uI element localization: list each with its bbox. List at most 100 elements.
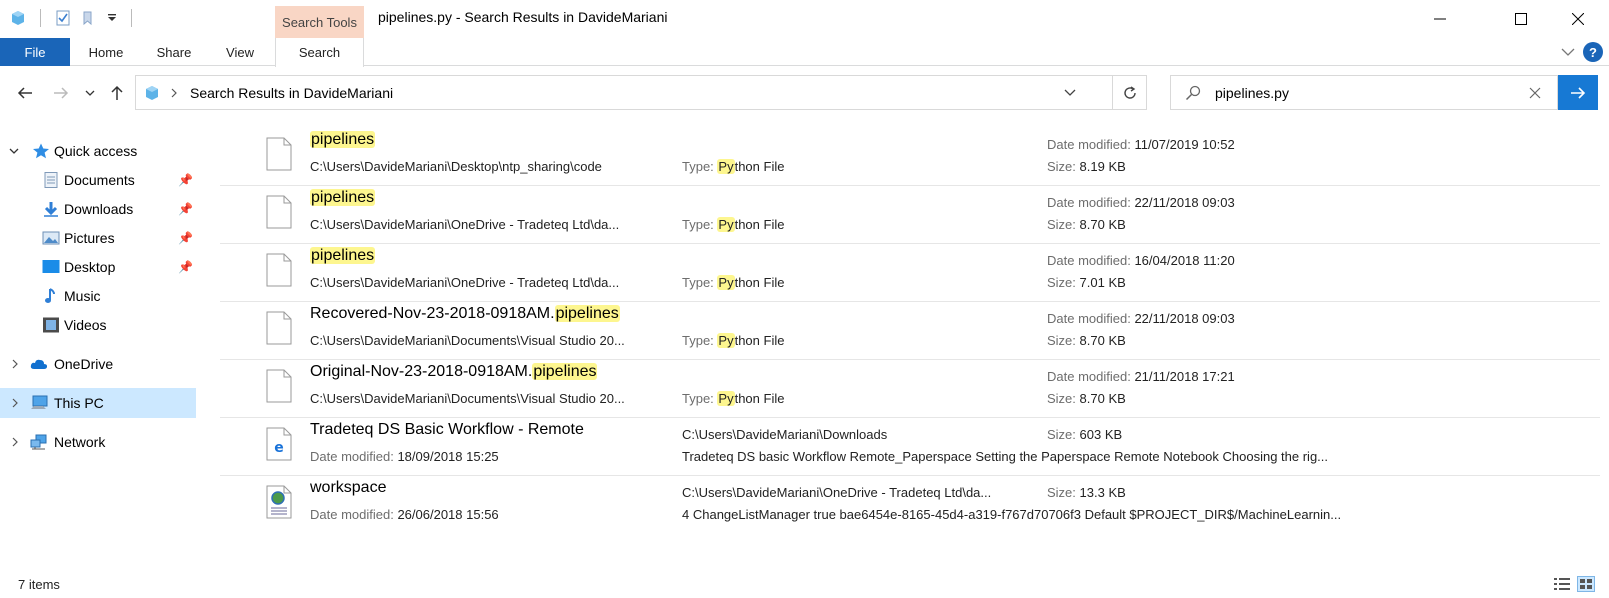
result-name[interactable]: Tradeteq DS Basic Workflow - Remote (310, 421, 584, 439)
nav-documents[interactable]: Documents 📌 (0, 165, 196, 195)
chevron-right-icon[interactable] (11, 437, 19, 447)
file-icon (266, 137, 292, 171)
tab-share[interactable]: Share (146, 38, 202, 66)
nav-label: OneDrive (54, 356, 114, 372)
result-size: Size: 8.70 KB (1047, 391, 1126, 406)
nav-downloads[interactable]: Downloads 📌 (0, 194, 196, 224)
recent-locations-button[interactable] (80, 80, 100, 106)
search-icon (1185, 85, 1201, 100)
result-name[interactable]: workspace (310, 479, 386, 497)
result-date: Date modified: 18/09/2018 15:25 (310, 449, 499, 464)
pin-icon[interactable]: 📌 (178, 260, 193, 274)
nav-music[interactable]: Music (0, 281, 196, 311)
view-switcher (1553, 576, 1595, 592)
minimize-button[interactable] (1417, 0, 1463, 38)
file-icon (266, 253, 292, 287)
star-icon (33, 143, 49, 159)
result-row[interactable]: workspace Date modified: 26/06/2018 15:5… (220, 475, 1600, 534)
address-bar[interactable]: Search Results in DavideMariani (135, 75, 1113, 110)
match-highlight: pipelines (310, 131, 376, 148)
tab-search[interactable]: Search (275, 38, 364, 67)
ribbon-controls: ? (1561, 38, 1603, 66)
address-path[interactable]: Search Results in DavideMariani (190, 85, 393, 101)
pictures-icon (42, 231, 60, 245)
status-bar: 7 items (0, 574, 1609, 598)
result-name[interactable]: pipelines (310, 131, 376, 149)
window-title: pipelines.py - Search Results in DavideM… (378, 9, 668, 25)
result-type: Type: Python File (682, 217, 785, 232)
videos-icon (43, 317, 59, 333)
search-input[interactable] (1215, 84, 1505, 101)
back-arrow-icon (17, 87, 32, 99)
result-type: Type: Python File (682, 333, 785, 348)
result-date: Date modified: 26/06/2018 15:56 (310, 507, 499, 522)
pin-icon[interactable]: 📌 (178, 231, 193, 245)
nav-desktop[interactable]: Desktop 📌 (0, 252, 196, 282)
xml-file-icon (266, 485, 292, 519)
result-row[interactable]: e Tradeteq DS Basic Workflow - Remote Da… (220, 417, 1600, 476)
help-icon[interactable]: ? (1583, 42, 1603, 62)
nav-label: Downloads (64, 201, 134, 217)
chevron-right-icon[interactable] (11, 359, 19, 369)
result-row[interactable]: pipelines C:\Users\DavideMariani\OneDriv… (220, 243, 1600, 302)
chevron-down-icon[interactable] (9, 147, 19, 155)
item-count: 7 items (18, 577, 60, 592)
tab-view[interactable]: View (214, 38, 266, 66)
close-button[interactable] (1555, 0, 1601, 38)
properties-icon[interactable] (55, 10, 71, 26)
cloud-icon (30, 359, 48, 369)
search-box[interactable] (1170, 75, 1558, 110)
up-button[interactable] (104, 80, 130, 106)
large-icons-view-icon[interactable] (1577, 576, 1595, 592)
result-name[interactable]: pipelines (310, 247, 376, 265)
expand-ribbon-icon[interactable] (1561, 47, 1575, 57)
result-type: Type: Python File (682, 391, 785, 406)
refresh-button[interactable] (1113, 75, 1147, 110)
result-date: Date modified: 22/11/2018 09:03 (1047, 311, 1235, 326)
address-dropdown-icon[interactable] (1064, 89, 1076, 97)
nav-pictures[interactable]: Pictures 📌 (0, 223, 196, 253)
nav-label: Network (54, 434, 106, 450)
details-view-icon[interactable] (1553, 576, 1571, 592)
tab-file[interactable]: File (0, 38, 70, 66)
close-icon (1572, 13, 1584, 25)
refresh-icon (1123, 85, 1136, 99)
nav-quick-access[interactable]: Quick access (0, 136, 196, 166)
nav-videos[interactable]: Videos (0, 310, 196, 340)
result-row[interactable]: Original-Nov-23-2018-0918AM.pipelines C:… (220, 359, 1600, 418)
result-row[interactable]: pipelines C:\Users\DavideMariani\Desktop… (220, 127, 1600, 186)
result-row[interactable]: pipelines C:\Users\DavideMariani\OneDriv… (220, 185, 1600, 244)
result-snippet: Tradeteq DS basic Workflow Remote_Papers… (682, 449, 1329, 464)
chevron-right-icon[interactable] (170, 88, 178, 98)
result-name[interactable]: Recovered-Nov-23-2018-0918AM.pipelines (310, 305, 620, 323)
nav-this-pc[interactable]: This PC (0, 388, 196, 418)
nav-onedrive[interactable]: OneDrive (0, 349, 196, 379)
result-path: C:\Users\DavideMariani\Documents\Visual … (310, 391, 625, 406)
forward-button[interactable] (48, 80, 74, 106)
clear-search-icon[interactable] (1529, 87, 1541, 99)
pin-icon[interactable]: 📌 (178, 173, 193, 187)
computer-icon (31, 395, 48, 409)
pin-icon[interactable]: 📌 (178, 202, 193, 216)
result-size: Size: 13.3 KB (1047, 485, 1126, 500)
back-button[interactable] (12, 80, 38, 106)
match-highlight: pipelines (554, 305, 620, 322)
search-go-button[interactable] (1558, 75, 1598, 110)
result-path: C:\Users\DavideMariani\OneDrive - Tradet… (310, 275, 620, 290)
tab-home[interactable]: Home (78, 38, 134, 66)
result-path: C:\Users\DavideMariani\Desktop\ntp_shari… (310, 159, 602, 174)
match-highlight: pipelines (532, 363, 598, 380)
result-name[interactable]: Original-Nov-23-2018-0918AM.pipelines (310, 363, 598, 381)
result-name[interactable]: pipelines (310, 189, 376, 207)
result-size: Size: 603 KB (1047, 427, 1123, 442)
result-date: Date modified: 16/04/2018 11:20 (1047, 253, 1235, 268)
maximize-button[interactable] (1498, 0, 1544, 38)
explorer-icon[interactable] (10, 10, 26, 26)
nav-label: Videos (64, 317, 107, 333)
chevron-right-icon[interactable] (11, 398, 19, 408)
result-row[interactable]: Recovered-Nov-23-2018-0918AM.pipelines C… (220, 301, 1600, 360)
nav-network[interactable]: Network (0, 427, 196, 457)
downloads-icon (44, 202, 58, 217)
new-folder-icon[interactable] (81, 10, 97, 26)
customize-qat-icon[interactable] (107, 13, 117, 23)
